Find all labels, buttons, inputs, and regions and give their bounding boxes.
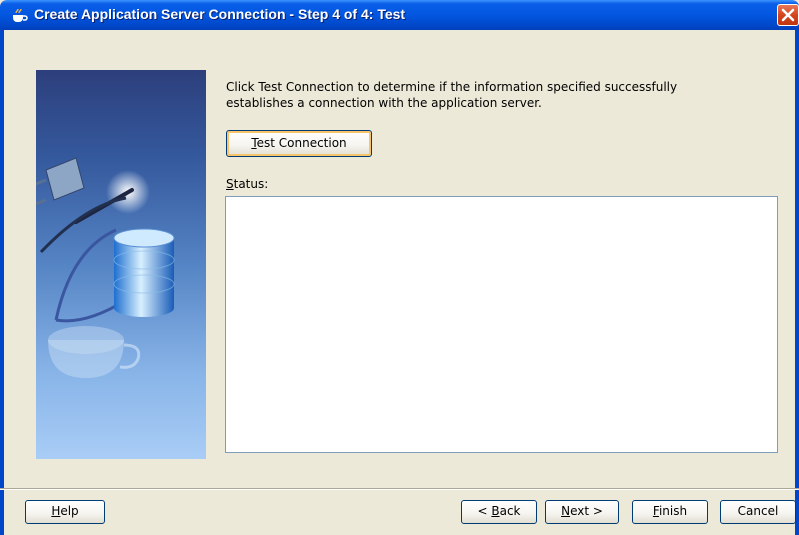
finish-label: inish bbox=[658, 504, 688, 518]
close-icon bbox=[781, 8, 795, 22]
status-label-mnemonic: S bbox=[226, 177, 234, 191]
window-frame-right bbox=[795, 30, 799, 535]
test-connection-button[interactable]: Test Connection bbox=[226, 130, 372, 157]
status-text-area[interactable] bbox=[225, 196, 778, 453]
close-button[interactable] bbox=[777, 4, 799, 26]
help-button[interactable]: Help bbox=[25, 500, 105, 524]
back-button[interactable]: < Back bbox=[461, 500, 537, 524]
wizard-illustration bbox=[36, 70, 206, 459]
help-label: elp bbox=[60, 504, 79, 518]
back-mnemonic: B bbox=[491, 504, 500, 518]
next-button[interactable]: Next > bbox=[545, 500, 619, 524]
title-bar[interactable]: Create Application Server Connection - S… bbox=[0, 0, 799, 30]
window-frame-left bbox=[0, 30, 4, 535]
back-label: ack bbox=[499, 504, 521, 518]
next-label: ext > bbox=[570, 504, 603, 518]
instructions-text: Click Test Connection to determine if th… bbox=[226, 80, 678, 110]
help-mnemonic: H bbox=[51, 504, 61, 518]
next-mnemonic: N bbox=[561, 504, 571, 518]
status-label: Status: bbox=[226, 177, 268, 191]
test-connection-label: est Connection bbox=[256, 136, 347, 150]
status-label-text: tatus: bbox=[233, 177, 269, 191]
back-prefix: < bbox=[477, 504, 492, 518]
footer-separator bbox=[0, 488, 799, 490]
coffee-cup-icon bbox=[10, 6, 28, 24]
finish-button[interactable]: Finish bbox=[632, 500, 708, 524]
window-title: Create Application Server Connection - S… bbox=[34, 6, 406, 22]
cancel-button[interactable]: Cancel bbox=[720, 500, 796, 524]
